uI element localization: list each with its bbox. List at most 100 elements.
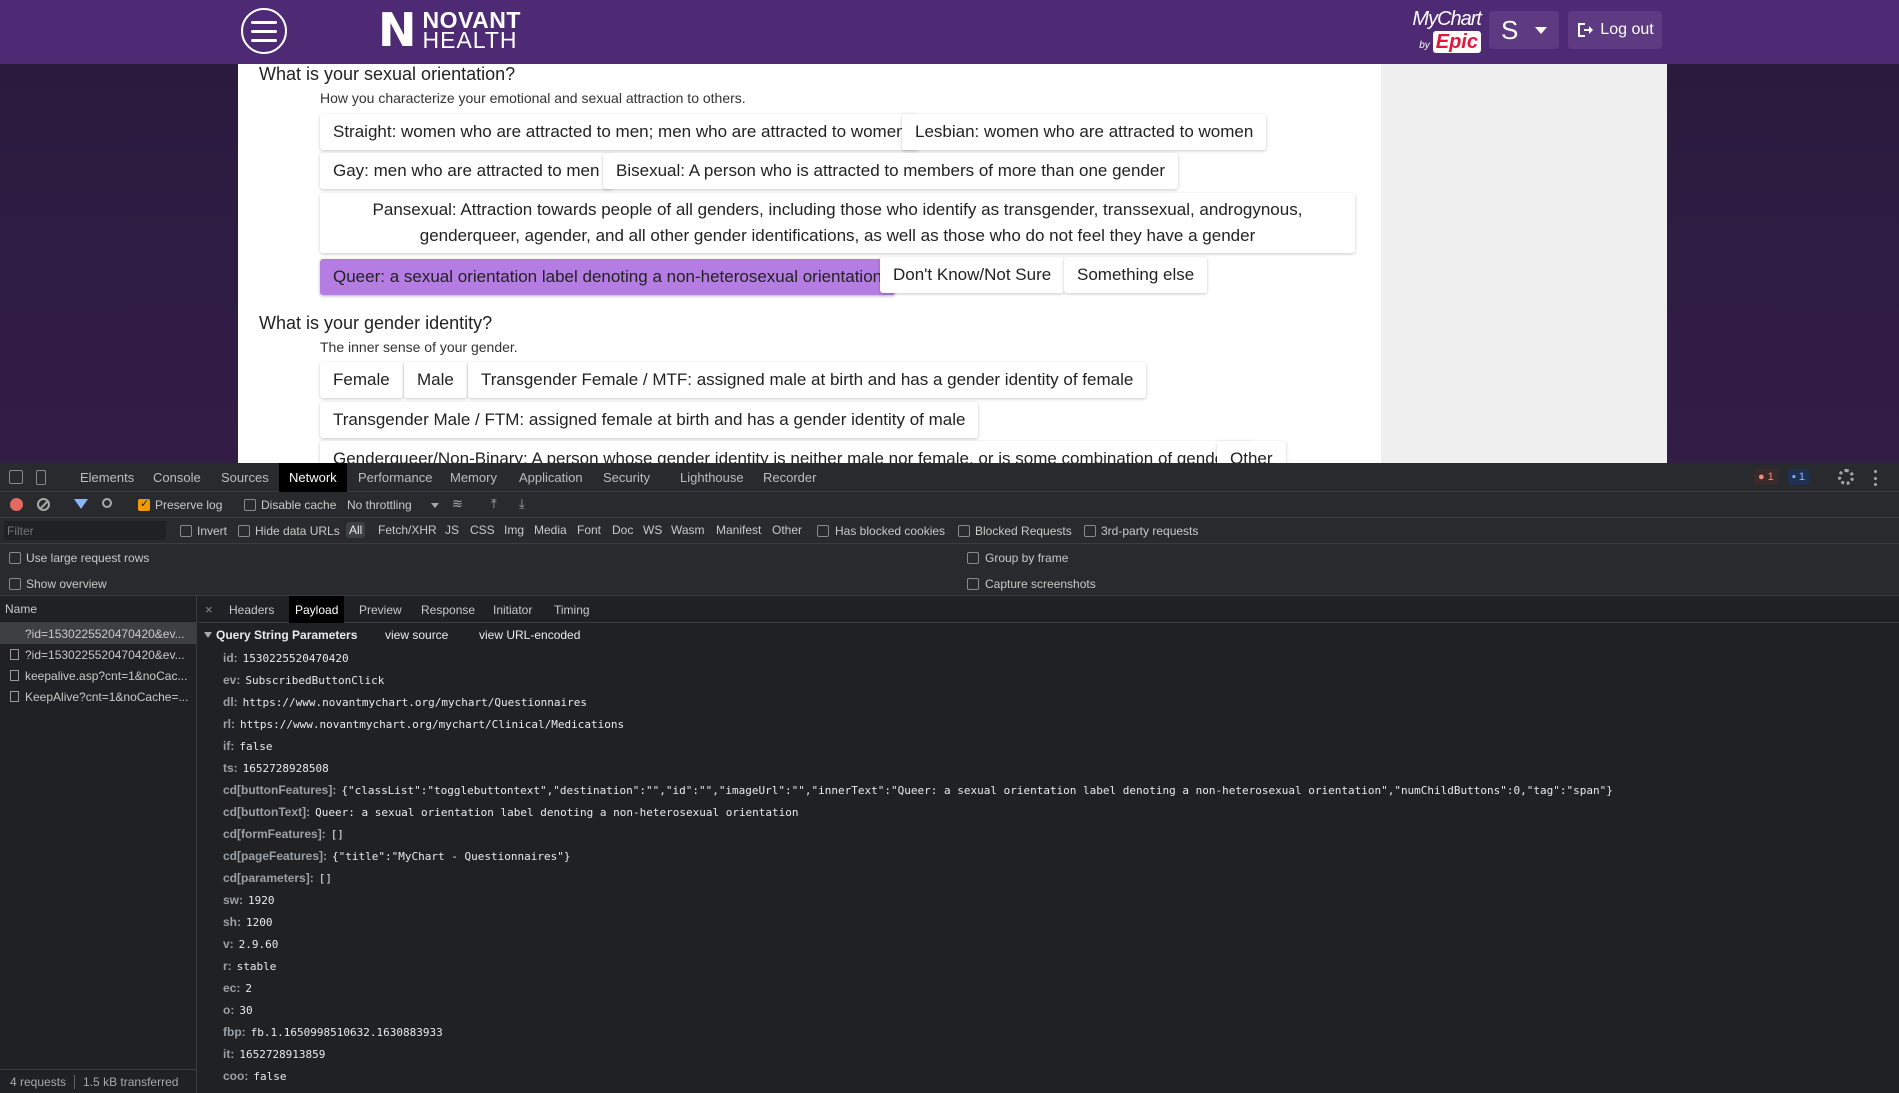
throttling-select[interactable]: No throttling [347, 498, 412, 512]
logo-text-line2: HEALTH [422, 27, 518, 53]
message-icon: ▪ [1792, 471, 1796, 483]
invert-checkbox[interactable] [180, 525, 192, 537]
filter-type-media[interactable]: Media [531, 522, 570, 538]
param-row: coo: false [223, 1065, 1613, 1087]
gear-icon[interactable] [1838, 469, 1854, 485]
request-row[interactable]: ?id=1530225520470420&ev... [0, 644, 196, 665]
upload-icon[interactable]: ⤒ [491, 496, 497, 512]
filter-type-other[interactable]: Other [769, 522, 805, 538]
hamburger-menu-icon[interactable] [241, 8, 287, 54]
filter-type-wasm[interactable]: Wasm [668, 522, 708, 538]
transferred-size: 1.5 kB transferred [83, 1074, 179, 1089]
query-string-title: Query String Parameters [216, 628, 358, 642]
param-row: ec: 2 [223, 977, 1613, 999]
mychart-epic-logo: MyChart by Epic [1403, 8, 1482, 54]
tab-headers[interactable]: Headers [223, 596, 280, 623]
close-icon[interactable]: × [205, 602, 213, 617]
param-row: r: stable [223, 955, 1613, 977]
novant-health-logo[interactable]: N NOVANT HEALTH [378, 7, 521, 53]
tab-sources[interactable]: Sources [211, 463, 279, 492]
tab-application[interactable]: Application [509, 463, 593, 492]
error-count-badge[interactable]: ● 1 [1754, 469, 1778, 485]
request-row[interactable]: keepalive.asp?cnt=1&noCac... [0, 665, 196, 686]
tab-timing[interactable]: Timing [548, 596, 596, 623]
option-gay[interactable]: Gay: men who are attracted to men [320, 153, 613, 189]
filter-type-ws[interactable]: WS [640, 522, 665, 538]
filter-type-css[interactable]: CSS [467, 522, 498, 538]
tab-elements[interactable]: Elements [70, 463, 144, 492]
option-transgender-male[interactable]: Transgender Male / FTM: assigned female … [320, 402, 979, 438]
tab-payload[interactable]: Payload [289, 596, 345, 623]
third-party-checkbox[interactable] [1084, 525, 1096, 537]
capture-screenshots-checkbox[interactable] [967, 578, 979, 590]
tab-response[interactable]: Response [415, 596, 481, 623]
request-row[interactable]: KeepAlive?cnt=1&noCache=... [0, 686, 196, 707]
filter-type-all[interactable]: All [346, 522, 366, 538]
filter-type-doc[interactable]: Doc [609, 522, 636, 538]
option-lesbian[interactable]: Lesbian: women who are attracted to wome… [902, 114, 1267, 150]
tab-console[interactable]: Console [143, 463, 211, 492]
network-conditions-icon[interactable]: ≋ [452, 496, 463, 512]
user-initial-avatar: S [1501, 14, 1519, 45]
tab-recorder[interactable]: Recorder [753, 463, 826, 492]
large-rows-checkbox[interactable] [9, 552, 21, 564]
param-key: id: [223, 651, 238, 665]
detail-tab-bar: × Headers Payload Preview Response Initi… [198, 596, 1899, 623]
more-options-icon[interactable] [1874, 470, 1878, 486]
filter-type-fetch-xhr[interactable]: Fetch/XHR [375, 522, 440, 538]
tab-lighthouse[interactable]: Lighthouse [670, 463, 754, 492]
option-genderqueer[interactable]: Genderqueer/Non-Binary: A person whose g… [320, 441, 1252, 463]
option-pansexual[interactable]: Pansexual: Attraction towards people of … [320, 193, 1355, 253]
option-bisexual[interactable]: Bisexual: A person who is attracted to m… [603, 153, 1179, 189]
param-key: cd[parameters]: [223, 871, 314, 885]
option-other[interactable]: Other [1217, 441, 1286, 463]
option-dont-know[interactable]: Don't Know/Not Sure [880, 257, 1065, 293]
logout-button[interactable]: Log out [1568, 11, 1662, 49]
param-value: SubscribedButtonClick [245, 673, 385, 687]
filter-input[interactable] [4, 521, 166, 540]
param-value: false [239, 739, 273, 753]
filter-type-manifest[interactable]: Manifest [713, 522, 764, 538]
view-source-link[interactable]: view source [385, 628, 448, 642]
group-by-frame-checkbox[interactable] [967, 552, 979, 564]
tab-network[interactable]: Network [279, 463, 347, 492]
request-detail-pane: × Headers Payload Preview Response Initi… [198, 596, 1899, 1093]
device-toolbar-icon[interactable] [36, 470, 46, 485]
option-something-else[interactable]: Something else [1064, 257, 1208, 293]
view-url-encoded-link[interactable]: view URL-encoded [479, 628, 580, 642]
hide-data-urls-checkbox[interactable] [238, 525, 250, 537]
tab-initiator[interactable]: Initiator [487, 596, 538, 623]
filter-type-font[interactable]: Font [574, 522, 604, 538]
logout-label: Log out [1600, 21, 1654, 38]
search-icon[interactable] [102, 498, 112, 508]
tab-memory[interactable]: Memory [440, 463, 507, 492]
blocked-requests-checkbox[interactable] [958, 525, 970, 537]
disable-cache-checkbox[interactable] [244, 499, 256, 511]
param-row: cd[formFeatures]: [] [223, 823, 1613, 845]
tab-security[interactable]: Security [593, 463, 660, 492]
message-count-badge[interactable]: ▪ 1 [1788, 469, 1810, 485]
inspect-element-icon[interactable] [9, 470, 23, 484]
option-male[interactable]: Male [404, 362, 467, 398]
filter-type-img[interactable]: Img [501, 522, 527, 538]
filter-icon[interactable] [74, 499, 88, 509]
request-row[interactable]: ?id=1530225520470420&ev... [0, 623, 196, 644]
has-blocked-cookies-checkbox[interactable] [817, 525, 829, 537]
filter-type-js[interactable]: JS [442, 522, 462, 538]
file-icon [10, 670, 19, 681]
clear-icon[interactable] [37, 498, 50, 511]
record-icon[interactable] [10, 498, 23, 511]
option-female[interactable]: Female [320, 362, 403, 398]
name-column-header[interactable]: Name [0, 596, 196, 623]
user-account-menu[interactable]: S [1489, 11, 1559, 49]
tab-preview[interactable]: Preview [353, 596, 408, 623]
option-queer-selected[interactable]: Queer: a sexual orientation label denoti… [320, 259, 896, 295]
query-string-section-header[interactable]: Query String Parameters [204, 628, 357, 642]
option-straight[interactable]: Straight: women who are attracted to men… [320, 114, 919, 150]
param-row: it: 1652728913859 [223, 1043, 1613, 1065]
tab-performance[interactable]: Performance [348, 463, 442, 492]
option-transgender-female[interactable]: Transgender Female / MTF: assigned male … [468, 362, 1147, 398]
download-icon[interactable]: ⤓ [519, 496, 525, 512]
preserve-log-checkbox[interactable] [138, 497, 150, 511]
show-overview-checkbox[interactable] [9, 578, 21, 590]
